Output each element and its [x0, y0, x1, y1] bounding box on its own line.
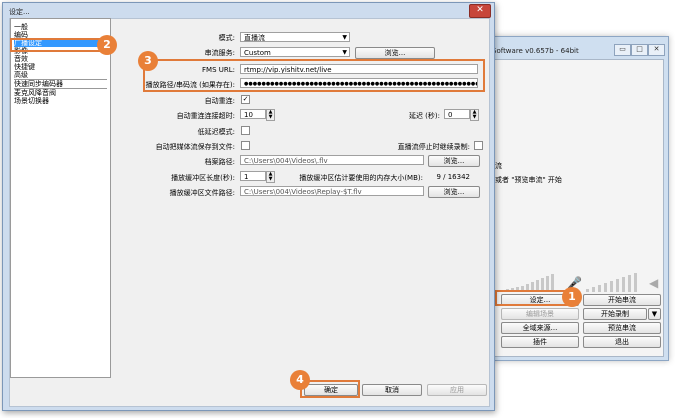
chevron-down-icon: ▼	[342, 34, 347, 41]
service-browse-button[interactable]: 浏览...	[355, 47, 435, 59]
start-stream-button[interactable]: 开始串流	[583, 294, 661, 306]
badge-3: 3	[138, 51, 158, 71]
mode-label: 模式:	[218, 34, 235, 42]
buffer-length-input[interactable]: 1	[240, 171, 266, 181]
delay-spinner[interactable]: ▲ ▼	[470, 109, 479, 121]
nav-item-mic-noise-gate[interactable]: 麦克风降音阀	[14, 88, 107, 97]
close-icon[interactable]: ✕	[469, 4, 491, 18]
auto-reconnect-label: 自动重连:	[204, 97, 235, 105]
nav-item-hotkeys[interactable]: 快捷键	[14, 63, 107, 71]
buffer-length-spinner[interactable]: ▲ ▼	[266, 171, 275, 183]
cancel-button[interactable]: 取消	[362, 384, 422, 396]
status-text-1: 流	[495, 162, 502, 170]
buffer-path-input[interactable]: C:\Users\004\Videos\Replay-$T.flv	[240, 186, 424, 196]
service-label: 串流服务:	[204, 49, 235, 57]
global-sources-button[interactable]: 全域来源...	[501, 322, 579, 334]
nav-highlight	[10, 38, 102, 52]
chevron-down-icon: ▼	[342, 49, 347, 56]
close-icon[interactable]: ✕	[648, 44, 665, 56]
delay-label: 延迟 (秒):	[408, 112, 440, 120]
mic-volume-meter	[586, 272, 646, 292]
nav-item-advanced[interactable]: 高级	[14, 71, 107, 79]
memory-usage-label: 播放缓冲区估计要使用的内存大小(MB):	[299, 174, 423, 182]
mode-value: 直播流	[244, 34, 265, 42]
auto-save-label: 自动把媒体流保存到文件:	[155, 143, 235, 151]
record-dropdown-icon[interactable]: ▼	[648, 308, 661, 320]
status-text-2: 或者 "预览串流" 开始	[495, 176, 562, 184]
settings-nav: 一般 编码 广播设定 影像 音效 快捷键 高级 快速同步编码器 麦克风降音阀 场…	[10, 18, 111, 378]
badge-4: 4	[290, 370, 310, 390]
buffer-length-label: 播放缓冲区长度(秒):	[171, 174, 235, 182]
mode-select[interactable]: 直播流 ▼	[240, 32, 350, 42]
desktop-volume-meter	[501, 272, 561, 292]
stop-record-label: 直播流停止时继续录制:	[397, 143, 470, 151]
nav-item-scene-switcher[interactable]: 场景切换器	[14, 97, 107, 105]
auto-reconnect-checkbox[interactable]: ✓	[241, 95, 250, 104]
exit-button[interactable]: 退出	[583, 336, 661, 348]
service-value: Custom	[244, 49, 271, 57]
delay-input[interactable]: 0	[444, 109, 470, 119]
nav-item-general[interactable]: 一般	[14, 23, 107, 31]
main-window: Software v0.657b - 64bit ▭ □ ✕ 流 或者 "预览串…	[483, 36, 669, 361]
url-key-highlight	[143, 59, 485, 92]
main-window-client: 流 或者 "预览串流" 开始 🎤 ◀ 设定... 开始串流 编辑场景 开始录制 …	[490, 59, 664, 357]
low-latency-label: 低延迟模式:	[197, 128, 235, 136]
minimize-icon[interactable]: ▭	[614, 44, 631, 56]
file-path-label: 档案路径:	[204, 158, 235, 166]
badge-2: 2	[97, 35, 117, 55]
low-latency-checkbox[interactable]	[241, 126, 250, 135]
start-record-button[interactable]: 开始录制	[583, 308, 647, 320]
preview-stream-button[interactable]: 预览串流	[583, 322, 661, 334]
memory-usage-value: 9 / 16342	[436, 173, 470, 181]
buffer-path-browse-button[interactable]: 浏览...	[428, 186, 480, 198]
dialog-title: 设定...	[9, 8, 30, 16]
reconnect-timeout-input[interactable]: 10	[240, 109, 266, 119]
screen: { "main_window": { "title": "Software v0…	[0, 0, 675, 418]
stop-record-checkbox[interactable]	[474, 141, 483, 150]
reconnect-timeout-label: 自动重连连接超时:	[176, 112, 235, 120]
nav-item-quicksync[interactable]: 快速同步编码器	[14, 79, 107, 88]
speaker-icon[interactable]: ◀	[649, 276, 658, 290]
service-select[interactable]: Custom ▼	[240, 47, 350, 57]
apply-button[interactable]: 应用	[427, 384, 487, 396]
plugins-button[interactable]: 插件	[501, 336, 579, 348]
nav-item-audio[interactable]: 音效	[14, 55, 107, 63]
badge-1: 1	[562, 287, 582, 307]
file-path-input[interactable]: C:\Users\004\Videos\.flv	[240, 155, 424, 165]
edit-scene-button[interactable]: 编辑场景	[501, 308, 579, 320]
reconnect-timeout-spinner[interactable]: ▲ ▼	[266, 109, 275, 121]
buffer-path-label: 播放缓冲区文件路径:	[169, 189, 235, 197]
main-window-title: Software v0.657b - 64bit	[492, 47, 579, 55]
maximize-icon[interactable]: □	[631, 44, 648, 56]
auto-save-checkbox[interactable]	[241, 141, 250, 150]
file-path-browse-button[interactable]: 浏览...	[428, 155, 480, 167]
